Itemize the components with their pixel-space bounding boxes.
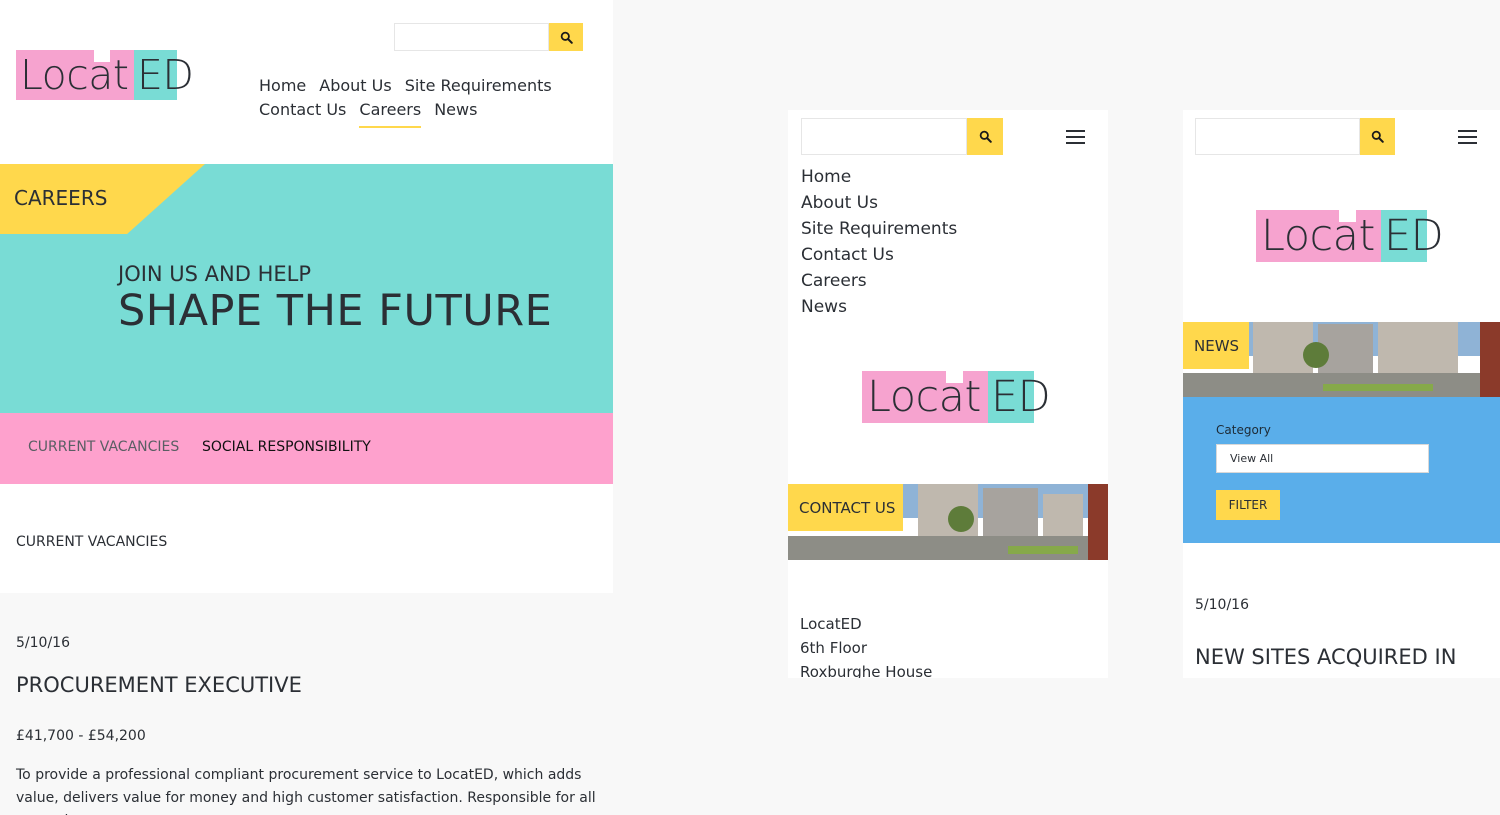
- mobile-nav-site-requirements[interactable]: Site Requirements: [801, 216, 957, 242]
- contact-banner: CONTACT US: [788, 484, 1108, 560]
- banner-label: NEWS: [1183, 322, 1249, 369]
- hamburger-menu-icon[interactable]: [1458, 130, 1477, 144]
- category-select[interactable]: View All: [1216, 444, 1429, 473]
- mobile-nav-contact-us[interactable]: Contact Us: [801, 242, 957, 268]
- filter-button[interactable]: FILTER: [1216, 490, 1280, 520]
- logo-text-ed: ED: [137, 51, 194, 99]
- tab-current-vacancies[interactable]: CURRENT VACANCIES: [28, 439, 179, 455]
- mobile-nav-about-us[interactable]: About Us: [801, 190, 957, 216]
- site-logo[interactable]: Locat ED: [16, 50, 194, 100]
- hero-banner: CAREERS JOIN US AND HELP SHAPE THE FUTUR…: [0, 164, 613, 413]
- search-bar: [394, 23, 583, 51]
- mobile-nav: Home About Us Site Requirements Contact …: [801, 164, 957, 320]
- job-salary: £41,700 - £54,200: [16, 728, 146, 744]
- news-banner: NEWS: [1183, 322, 1500, 397]
- mobile-nav-news[interactable]: News: [801, 294, 957, 320]
- mobile-search-button[interactable]: [967, 118, 1003, 155]
- mobile-search-input[interactable]: [1195, 118, 1360, 155]
- logo-text-locat: Locat: [20, 51, 129, 99]
- news-date: 5/10/16: [1195, 597, 1249, 613]
- site-header: Locat ED Home About Us Site Requirements C…: [0, 0, 613, 164]
- mobile-search-bar: [1195, 118, 1395, 155]
- logo-text-locat: Locat: [1261, 211, 1375, 261]
- nav-about-us[interactable]: About Us: [319, 74, 391, 98]
- site-logo[interactable]: Locat ED: [1256, 210, 1444, 262]
- search-icon: [1371, 130, 1384, 143]
- news-title[interactable]: NEW SITES ACQUIRED IN: [1195, 645, 1456, 669]
- mobile-search-bar: [801, 118, 1003, 155]
- job-date: 5/10/16: [16, 635, 70, 651]
- address-line: LocatED: [800, 615, 862, 633]
- mobile-contact-page: Home About Us Site Requirements Contact …: [788, 110, 1108, 678]
- category-filter: Category View All FILTER: [1183, 397, 1500, 543]
- hero-title: SHAPE THE FUTURE: [118, 286, 553, 336]
- nav-careers[interactable]: Careers: [359, 98, 422, 128]
- search-button[interactable]: [549, 23, 583, 51]
- hamburger-menu-icon[interactable]: [1066, 130, 1085, 144]
- search-icon: [560, 31, 573, 44]
- tab-social-responsibility[interactable]: SOCIAL RESPONSIBILITY: [202, 439, 371, 455]
- logo-text-locat: Locat: [867, 372, 981, 422]
- site-logo[interactable]: Locat ED: [862, 371, 1051, 423]
- category-label: Category: [1216, 423, 1271, 437]
- search-input[interactable]: [394, 23, 549, 51]
- logo-text-ed: ED: [991, 372, 1051, 422]
- nav-home[interactable]: Home: [259, 74, 306, 98]
- section-heading: CURRENT VACANCIES: [16, 534, 168, 550]
- hero-subtitle: JOIN US AND HELP: [118, 262, 312, 286]
- banner-label: CONTACT US: [788, 484, 903, 531]
- mobile-search-button[interactable]: [1360, 118, 1395, 155]
- address-block: LocatED 6th Floor Roxburghe House: [800, 612, 932, 678]
- address-line: Roxburghe House: [800, 663, 933, 678]
- job-title[interactable]: PROCUREMENT EXECUTIVE: [16, 673, 302, 697]
- nav-contact-us[interactable]: Contact Us: [259, 98, 346, 122]
- desktop-careers-page: Locat ED Home About Us Site Requirements C…: [0, 0, 613, 815]
- section-heading-container: CURRENT VACANCIES: [0, 484, 613, 593]
- main-nav: Home About Us Site Requirements Contact Us…: [259, 74, 579, 128]
- mobile-search-input[interactable]: [801, 118, 967, 155]
- section-tabs: CURRENT VACANCIES SOCIAL RESPONSIBILITY: [0, 413, 613, 484]
- nav-site-requirements[interactable]: Site Requirements: [405, 74, 552, 98]
- page-tag: CAREERS: [14, 186, 108, 210]
- logo-text-ed: ED: [1384, 211, 1444, 261]
- address-line: 6th Floor: [800, 639, 868, 657]
- mobile-nav-careers[interactable]: Careers: [801, 268, 957, 294]
- job-description: To provide a professional compliant proc…: [16, 767, 596, 815]
- search-icon: [979, 130, 992, 143]
- nav-news[interactable]: News: [434, 98, 477, 122]
- mobile-news-page: Locat ED NEWS Category View All FILTER 5…: [1183, 110, 1500, 678]
- mobile-nav-home[interactable]: Home: [801, 164, 957, 190]
